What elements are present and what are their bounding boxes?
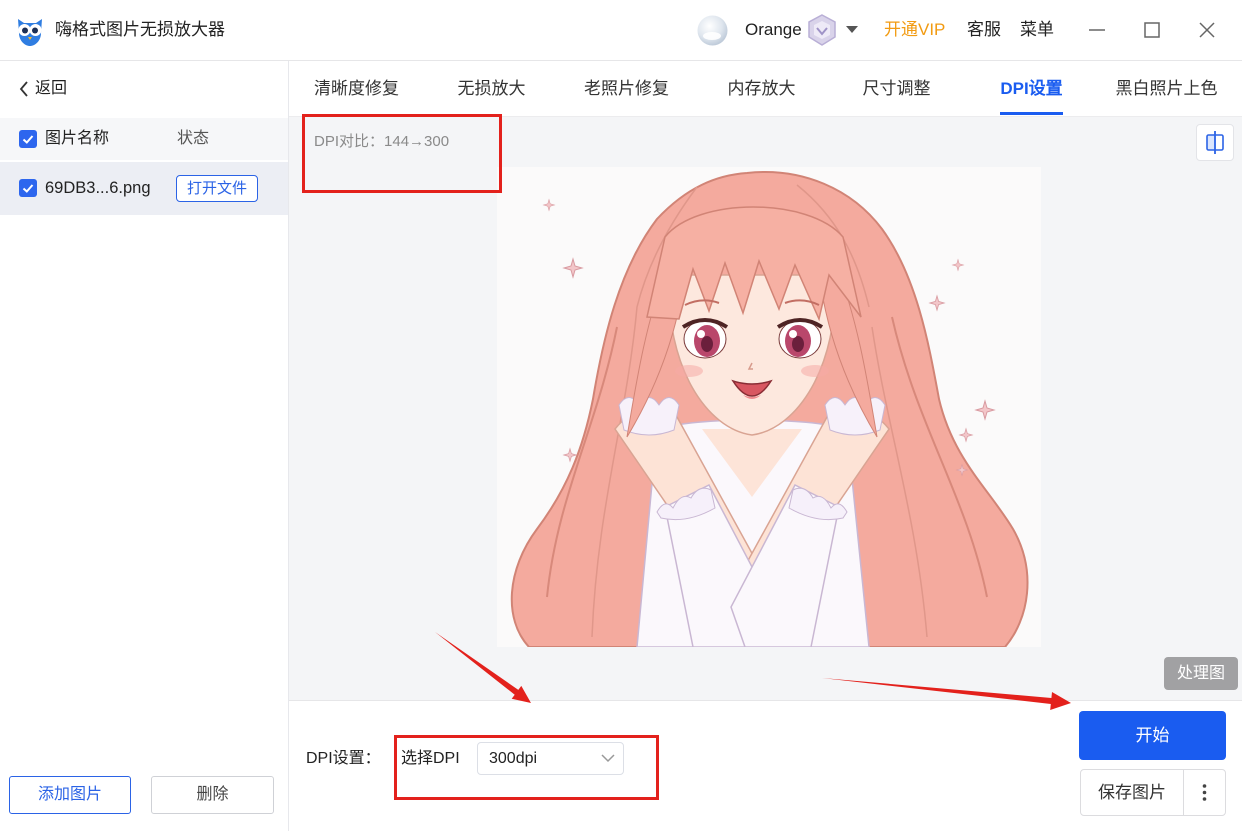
column-header-name: 图片名称 — [45, 130, 110, 147]
save-button-group: 保存图片 — [1080, 769, 1226, 816]
back-button[interactable]: 返回 — [35, 79, 67, 99]
column-header-status: 状态 — [177, 130, 210, 147]
chevron-down-icon — [601, 754, 615, 763]
app-title: 嗨格式图片无损放大器 — [55, 20, 225, 39]
tab-dpi-settings[interactable]: DPI设置 — [964, 61, 1099, 116]
processed-image-label: 处理图 — [1164, 657, 1238, 690]
caret-down-icon[interactable] — [845, 25, 859, 34]
delete-button[interactable]: 删除 — [151, 776, 274, 814]
compare-view-icon — [1206, 131, 1224, 154]
checkbox-checked-icon[interactable] — [19, 179, 37, 197]
tab-colorize[interactable]: 黑白照片上色 — [1099, 61, 1234, 116]
tab-clarity-repair[interactable]: 清晰度修复 — [289, 61, 424, 116]
tab-lossless-upscale[interactable]: 无损放大 — [424, 61, 559, 116]
customer-service-link[interactable]: 客服 — [967, 19, 1001, 41]
dpi-select[interactable]: 300dpi — [477, 742, 624, 775]
dpi-compare-text: DPI对比：144→300 — [314, 133, 450, 150]
chevron-left-icon[interactable] — [19, 81, 29, 97]
dpi-select-value: 300dpi — [489, 750, 538, 767]
more-options-button[interactable] — [1184, 770, 1225, 815]
owl-logo-icon — [18, 19, 42, 46]
minimize-icon[interactable] — [1088, 21, 1106, 39]
open-vip-link[interactable]: 开通VIP — [884, 19, 945, 41]
file-list-header — [0, 118, 288, 160]
user-name[interactable]: Orange — [745, 19, 802, 41]
tab-resize[interactable]: 尺寸调整 — [829, 61, 964, 116]
add-image-button[interactable]: 添加图片 — [9, 776, 131, 814]
preview-image — [497, 167, 1041, 647]
more-vertical-icon — [1202, 784, 1207, 801]
close-icon[interactable] — [1198, 21, 1216, 39]
start-button[interactable]: 开始 — [1079, 711, 1226, 760]
tab-file-size-enlarge[interactable]: 内存放大 — [694, 61, 829, 116]
feature-tabs: 清晰度修复 无损放大 老照片修复 内存放大 尺寸调整 DPI设置 黑白照片上色 — [289, 61, 1242, 117]
menu-link[interactable]: 菜单 — [1020, 19, 1054, 41]
file-name: 69DB3...6.png — [45, 179, 151, 197]
avatar[interactable] — [697, 15, 728, 46]
select-dpi-label: 选择DPI — [401, 750, 460, 767]
vip-badge-icon[interactable] — [807, 14, 837, 46]
compare-view-button[interactable] — [1196, 124, 1234, 161]
open-file-button[interactable]: 打开文件 — [176, 175, 258, 202]
maximize-icon[interactable] — [1143, 21, 1161, 39]
checkbox-checked-icon[interactable] — [19, 130, 37, 148]
save-image-button[interactable]: 保存图片 — [1081, 770, 1183, 815]
dpi-settings-label: DPI设置： — [306, 750, 381, 767]
tab-old-photo-repair[interactable]: 老照片修复 — [559, 61, 694, 116]
